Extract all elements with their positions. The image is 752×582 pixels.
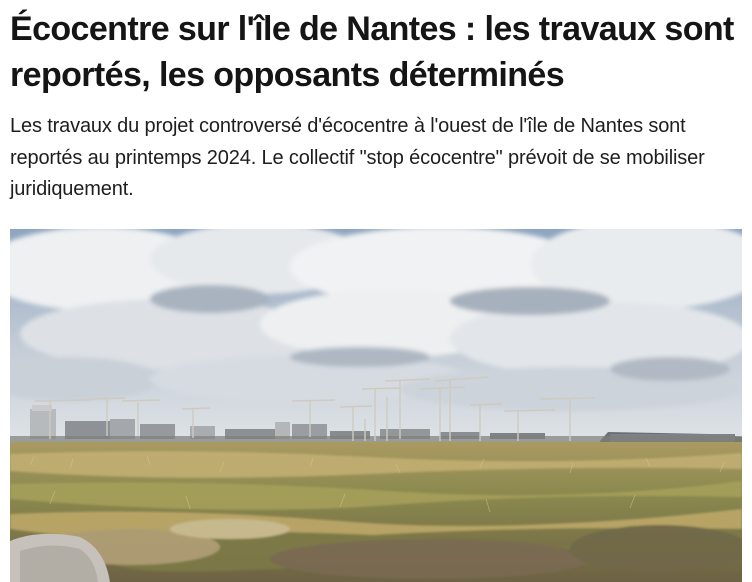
clouds	[10, 229, 742, 411]
article-photo[interactable]	[10, 229, 742, 582]
article: Écocentre sur l'île de Nantes : les trav…	[0, 0, 752, 582]
article-headline[interactable]: Écocentre sur l'île de Nantes : les trav…	[10, 6, 745, 98]
article-lede: Les travaux du projet controversé d'écoc…	[10, 115, 705, 200]
photo-illustration	[10, 229, 742, 582]
